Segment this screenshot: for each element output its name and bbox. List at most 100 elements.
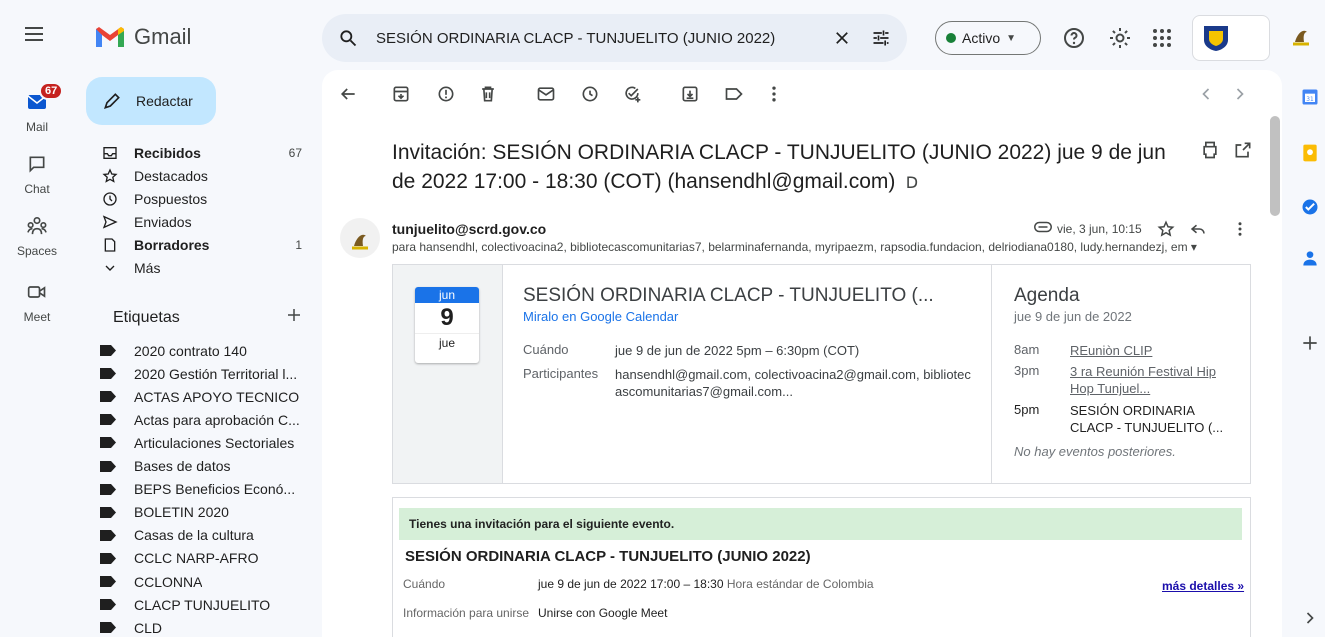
search-icon[interactable] <box>338 28 358 48</box>
label-item[interactable]: Casas de la cultura <box>100 524 305 547</box>
google-calendar-link[interactable]: Miralo en Google Calendar <box>523 309 678 324</box>
rail-mail[interactable]: 67 Mail <box>0 82 74 134</box>
older-chevron-icon[interactable] <box>1230 84 1250 104</box>
chevron-down-icon: ▼ <box>1006 32 1017 44</box>
status-selector[interactable]: Activo ▼ <box>935 21 1041 55</box>
label-item[interactable]: CLACP TUNJUELITO <box>100 593 305 616</box>
search-bar[interactable]: SESIÓN ORDINARIA CLACP - TUNJUELITO (JUN… <box>322 14 907 62</box>
app-name: Gmail <box>134 24 192 49</box>
label-item[interactable]: CCLONNA <box>100 570 305 593</box>
clear-search-icon[interactable] <box>833 29 851 47</box>
label-item-text: 2020 Gestión Territorial l... <box>134 365 298 382</box>
newer-chevron-icon[interactable] <box>1196 84 1216 104</box>
compose-button[interactable]: Redactar <box>86 77 216 125</box>
gear-icon[interactable] <box>1108 26 1132 50</box>
star-icon[interactable] <box>1157 220 1175 238</box>
status-dot <box>946 33 956 43</box>
label-item[interactable]: CCLC NARP-AFRO <box>100 547 305 570</box>
rail-spaces[interactable]: Spaces <box>0 210 74 258</box>
agenda-current-event: SESIÓN ORDINARIA CLACP - TUNJUELITO (... <box>1070 403 1224 435</box>
label-item[interactable]: Actas para aprobación C... <box>100 408 305 431</box>
print-icon[interactable] <box>1200 140 1220 160</box>
label-icon[interactable] <box>724 84 744 104</box>
calendar-date-icon: jun 9 jue <box>415 287 479 363</box>
more-vert-icon[interactable] <box>764 84 784 104</box>
help-icon[interactable] <box>1062 26 1086 50</box>
label-item-text: Casas de la cultura <box>134 527 254 544</box>
keep-addon-icon[interactable] <box>1300 143 1324 167</box>
reply-icon[interactable] <box>1189 220 1207 238</box>
add-task-icon[interactable] <box>622 84 642 104</box>
message-date: vie, 3 jun, 10:15 <box>1057 222 1142 236</box>
label-tag-icon <box>100 368 116 380</box>
message-scrollbar[interactable] <box>1270 116 1280 216</box>
agenda-event-link[interactable]: REuniòn CLIP <box>1070 342 1235 359</box>
nav-more[interactable]: Más <box>86 256 302 279</box>
attachment-icon <box>1034 220 1052 234</box>
contacts-addon-icon[interactable] <box>1300 248 1324 272</box>
expand-panel-chevron-icon[interactable] <box>1300 608 1324 632</box>
label-tag-icon <box>100 506 116 518</box>
main-menu-icon[interactable] <box>22 22 46 46</box>
trash-icon[interactable] <box>478 84 498 104</box>
move-to-icon[interactable] <box>680 84 700 104</box>
agenda-event-link[interactable]: 3 ra Reunión Festival Hip Hop Tunjuel... <box>1070 363 1235 397</box>
label-tag-icon <box>100 391 116 403</box>
back-arrow-icon[interactable] <box>338 84 358 104</box>
event-card: jun 9 jue SESIÓN ORDINARIA CLACP - TUNJU… <box>392 264 1251 484</box>
label-item[interactable]: ACTAS APOYO TECNICO <box>100 385 305 408</box>
label-item[interactable]: 2020 contrato 140 <box>100 339 305 362</box>
report-spam-icon[interactable] <box>436 84 456 104</box>
sender-avatar-icon <box>352 234 368 250</box>
label-item-text: Articulaciones Sectoriales <box>134 434 295 451</box>
add-label-icon[interactable] <box>285 306 303 324</box>
google-meet-join[interactable]: Unirse con Google Meet <box>538 606 667 620</box>
labels-heading: Etiquetas <box>113 309 180 326</box>
apps-grid-icon[interactable] <box>1150 26 1174 50</box>
nav-inbox-count: 67 <box>288 145 302 160</box>
tasks-addon-icon[interactable] <box>1300 197 1324 221</box>
nav-inbox[interactable]: Recibidos 67 <box>86 141 302 164</box>
snooze-icon[interactable] <box>580 84 600 104</box>
open-new-window-icon[interactable] <box>1233 140 1253 160</box>
label-tag-icon <box>100 622 116 634</box>
nav-sent[interactable]: Enviados <box>86 210 302 233</box>
organization-logo[interactable] <box>1192 15 1270 61</box>
calendar-addon-icon[interactable]: 31 <box>1300 87 1324 111</box>
nav-drafts[interactable]: Borradores 1 <box>86 233 302 256</box>
label-item[interactable]: CLD <box>100 616 305 637</box>
nav-snoozed[interactable]: Pospuestos <box>86 187 302 210</box>
nav-starred[interactable]: Destacados <box>86 164 302 187</box>
event-participants-value: hansendhl@gmail.com, colectivoacina2@gma… <box>615 367 971 399</box>
label-item[interactable]: BOLETIN 2020 <box>100 501 305 524</box>
rail-meet[interactable]: Meet <box>0 276 74 324</box>
more-vert-icon[interactable] <box>1231 220 1249 238</box>
search-options-icon[interactable] <box>871 28 891 48</box>
sender-email[interactable]: tunjuelito@scrd.gov.co <box>392 221 546 237</box>
recipients[interactable]: para hansendhl, colectivoacina2, bibliot… <box>392 240 1204 254</box>
rail-spaces-label: Spaces <box>16 244 58 258</box>
get-addons-icon[interactable] <box>1300 333 1324 357</box>
label-item-text: ACTAS APOYO TECNICO <box>134 388 300 405</box>
account-avatar[interactable] <box>1287 20 1315 48</box>
sender-avatar[interactable] <box>340 218 380 258</box>
label-item[interactable]: Articulaciones Sectoriales <box>100 431 305 454</box>
importance-label-icon[interactable]: ᗞ <box>901 175 918 192</box>
label-item[interactable]: Bases de datos <box>100 455 305 478</box>
label-tag-icon <box>100 576 116 587</box>
label-item[interactable]: BEPS Beneficios Econó... <box>100 478 305 501</box>
draft-icon <box>104 237 116 252</box>
invitation-body: Tienes una invitación para el siguiente … <box>392 497 1251 637</box>
gmail-logo[interactable]: Gmail <box>94 24 191 50</box>
rail-chat[interactable]: Chat <box>0 148 74 196</box>
subject-text: Invitación: SESIÓN ORDINARIA CLACP - TUN… <box>392 141 1166 193</box>
label-item[interactable]: 2020 Gestión Territorial l... <box>100 362 305 385</box>
label-item-text: CLACP TUNJUELITO <box>134 596 271 613</box>
archive-icon[interactable] <box>391 84 411 104</box>
search-input[interactable]: SESIÓN ORDINARIA CLACP - TUNJUELITO (JUN… <box>376 30 833 47</box>
rail-chat-label: Chat <box>24 182 50 196</box>
agenda-empty-note: No hay eventos posteriores. <box>1014 444 1176 459</box>
event-when-value: jue 9 de jun de 2022 5pm – 6:30pm (COT) <box>615 343 860 358</box>
more-details-link[interactable]: más detalles » <box>1162 579 1244 593</box>
mark-unread-icon[interactable] <box>536 84 556 104</box>
